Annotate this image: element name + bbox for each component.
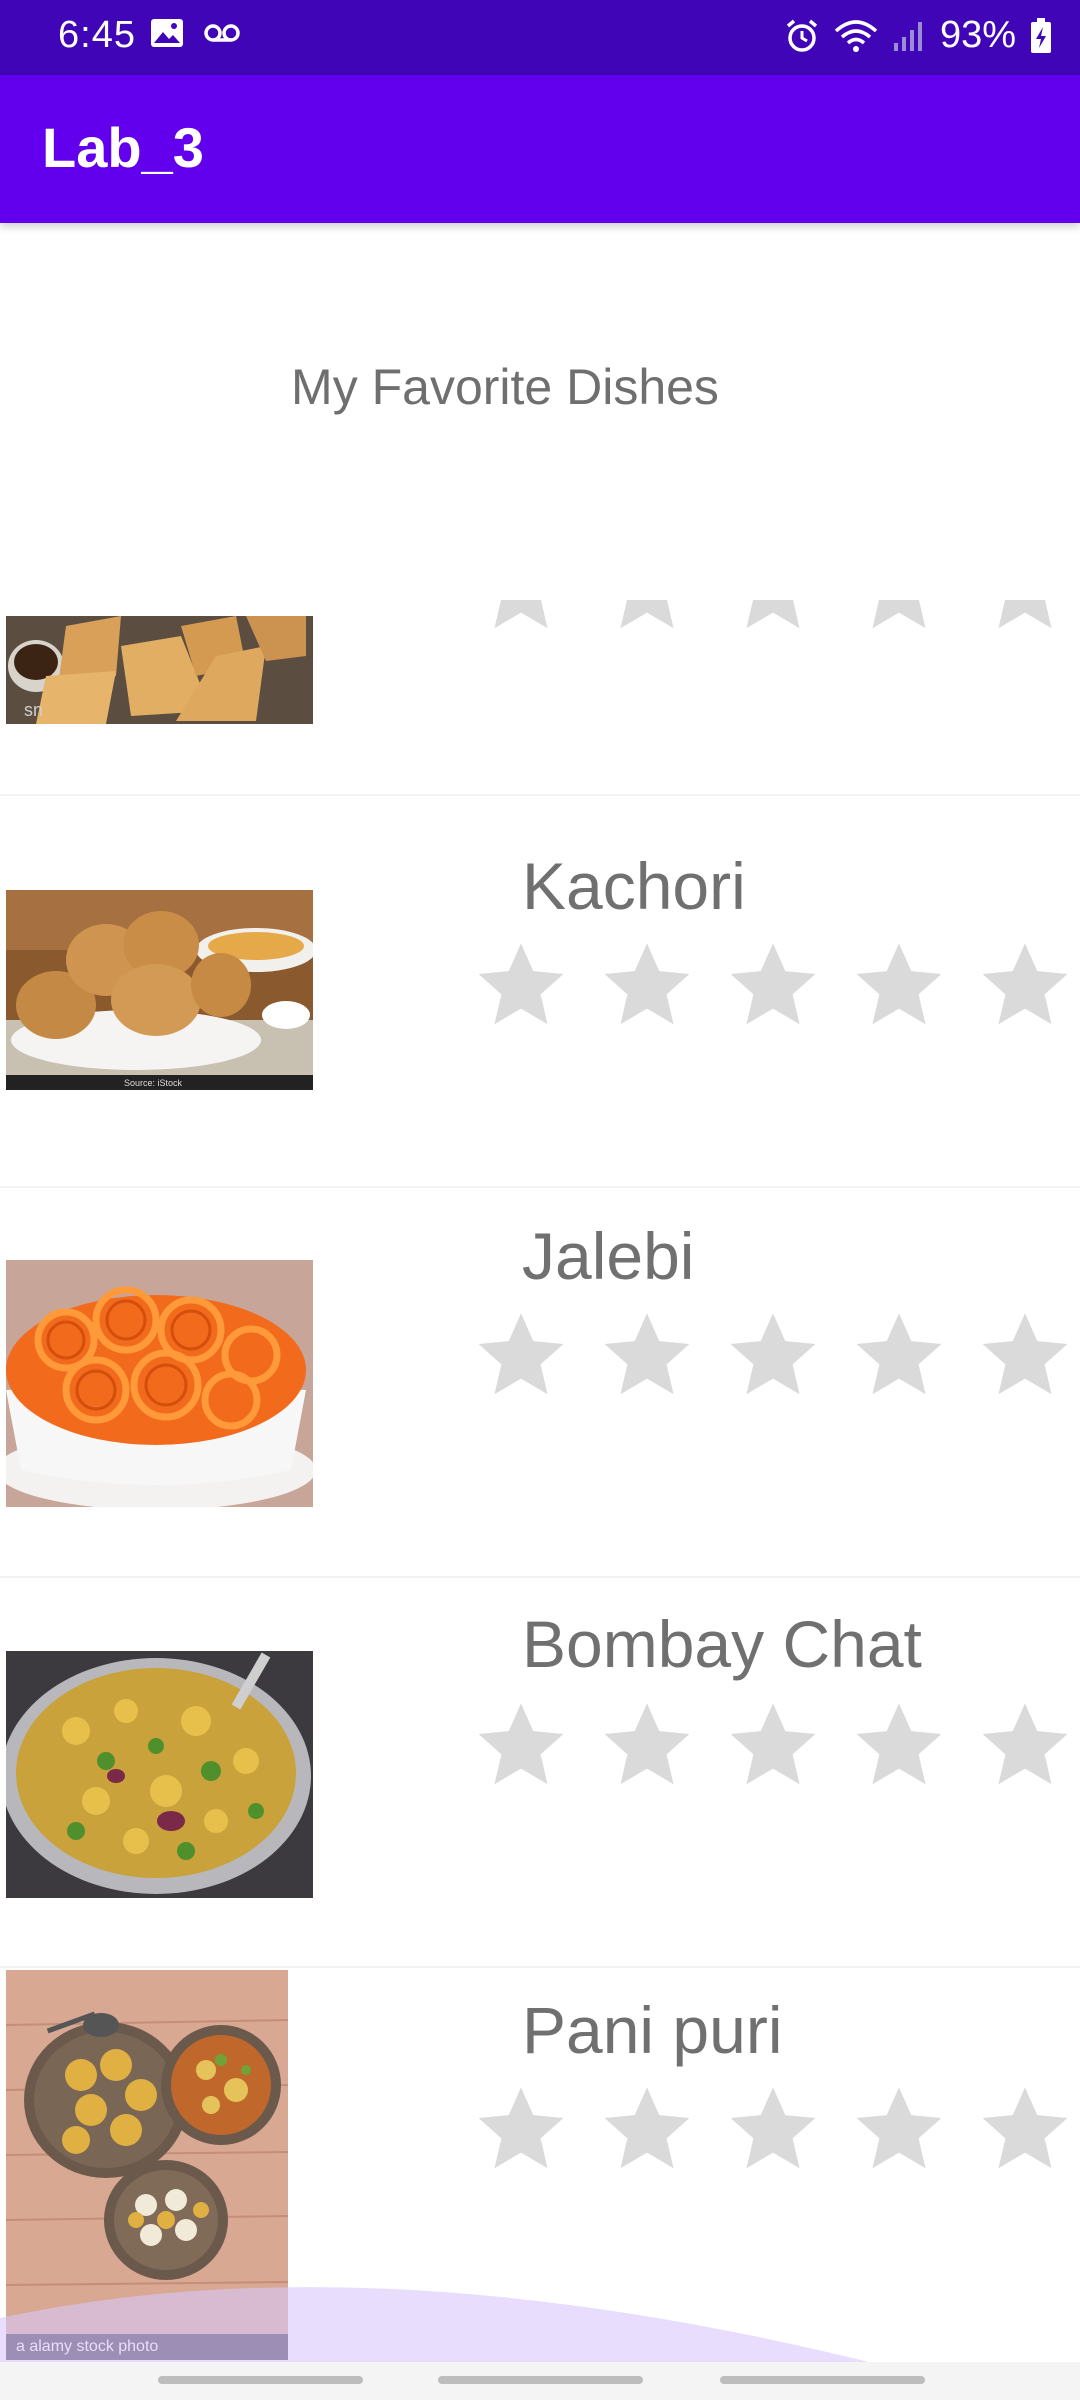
- rating-bar[interactable]: [470, 1696, 1076, 1794]
- status-left-icons: [150, 18, 240, 48]
- app-title: Lab_3: [42, 116, 204, 179]
- star-icon[interactable]: [848, 1306, 950, 1404]
- dish-list[interactable]: sn Source: iStock Kachori Jalebi Bombay …: [0, 600, 1080, 2360]
- star-icon[interactable]: [848, 2080, 950, 2178]
- app-bar: Lab_3: [0, 75, 1080, 223]
- voicemail-icon: [204, 24, 240, 42]
- wifi-icon: [834, 19, 878, 52]
- nav-pill[interactable]: [438, 2376, 643, 2384]
- star-icon[interactable]: [974, 2080, 1076, 2178]
- star-icon[interactable]: [470, 1696, 572, 1794]
- star-icon[interactable]: [596, 936, 698, 1034]
- dish-name: Pani puri: [522, 1993, 783, 2067]
- dish-row[interactable]: sn: [0, 600, 1080, 800]
- battery-percent: 93%: [939, 14, 1016, 56]
- svg-text:sn: sn: [24, 700, 43, 720]
- image-icon: [151, 19, 183, 47]
- rating-bar[interactable]: [470, 1306, 1076, 1404]
- dish-row[interactable]: Bombay Chat: [0, 1578, 1080, 1970]
- star-icon[interactable]: [596, 2080, 698, 2178]
- nav-pill[interactable]: [158, 2376, 363, 2384]
- alarm-icon: [786, 19, 818, 52]
- svg-text:Source: iStock: Source: iStock: [124, 1078, 183, 1088]
- star-icon[interactable]: [596, 1696, 698, 1794]
- star-icon[interactable]: [470, 2080, 572, 2178]
- dish-row[interactable]: Jalebi: [0, 1188, 1080, 1578]
- status-time: 6:45: [58, 14, 136, 56]
- star-icon[interactable]: [722, 936, 824, 1034]
- dish-name: Bombay Chat: [522, 1607, 922, 1681]
- rating-bar[interactable]: [470, 2080, 1076, 2178]
- status-right-icons: 93%: [784, 14, 1052, 57]
- star-icon[interactable]: [848, 1696, 950, 1794]
- star-icon[interactable]: [974, 1696, 1076, 1794]
- samosa-image: sn: [6, 616, 313, 724]
- star-icon[interactable]: [848, 600, 950, 638]
- app-screen: 6:45 93% Lab_3 My Favorite Dishes sn Sou…: [0, 0, 1080, 2400]
- photo-credit: a alamy stock photo: [6, 2334, 288, 2360]
- page-heading: My Favorite Dishes: [291, 359, 719, 415]
- star-icon[interactable]: [596, 600, 698, 638]
- signal-icon: [893, 21, 922, 51]
- pani-puri-image: a alamy stock photo: [6, 1970, 288, 2360]
- rating-bar[interactable]: [470, 600, 1076, 638]
- jalebi-image: [6, 1260, 313, 1507]
- kachori-image: Source: iStock: [6, 890, 313, 1090]
- star-icon[interactable]: [470, 600, 572, 638]
- star-icon[interactable]: [974, 1306, 1076, 1404]
- star-icon[interactable]: [974, 600, 1076, 638]
- star-icon[interactable]: [722, 1306, 824, 1404]
- bombay-chat-image: [6, 1651, 313, 1898]
- dish-row[interactable]: Source: iStock Kachori: [0, 796, 1080, 1188]
- star-icon[interactable]: [722, 2080, 824, 2178]
- dish-name: Jalebi: [522, 1219, 695, 1293]
- dish-row[interactable]: a alamy stock photo Pani puri: [0, 1968, 1080, 2360]
- star-icon[interactable]: [470, 936, 572, 1034]
- star-icon[interactable]: [722, 1696, 824, 1794]
- battery-charging-icon: [1031, 17, 1051, 53]
- star-icon[interactable]: [596, 1306, 698, 1404]
- star-icon[interactable]: [722, 600, 824, 638]
- star-icon[interactable]: [974, 936, 1076, 1034]
- star-icon[interactable]: [470, 1306, 572, 1404]
- star-icon[interactable]: [848, 936, 950, 1034]
- status-bar: 6:45 93%: [0, 0, 1080, 75]
- gesture-nav-bar: [0, 2362, 1080, 2400]
- nav-pill[interactable]: [720, 2376, 925, 2384]
- dish-name: Kachori: [522, 849, 746, 923]
- rating-bar[interactable]: [470, 936, 1076, 1034]
